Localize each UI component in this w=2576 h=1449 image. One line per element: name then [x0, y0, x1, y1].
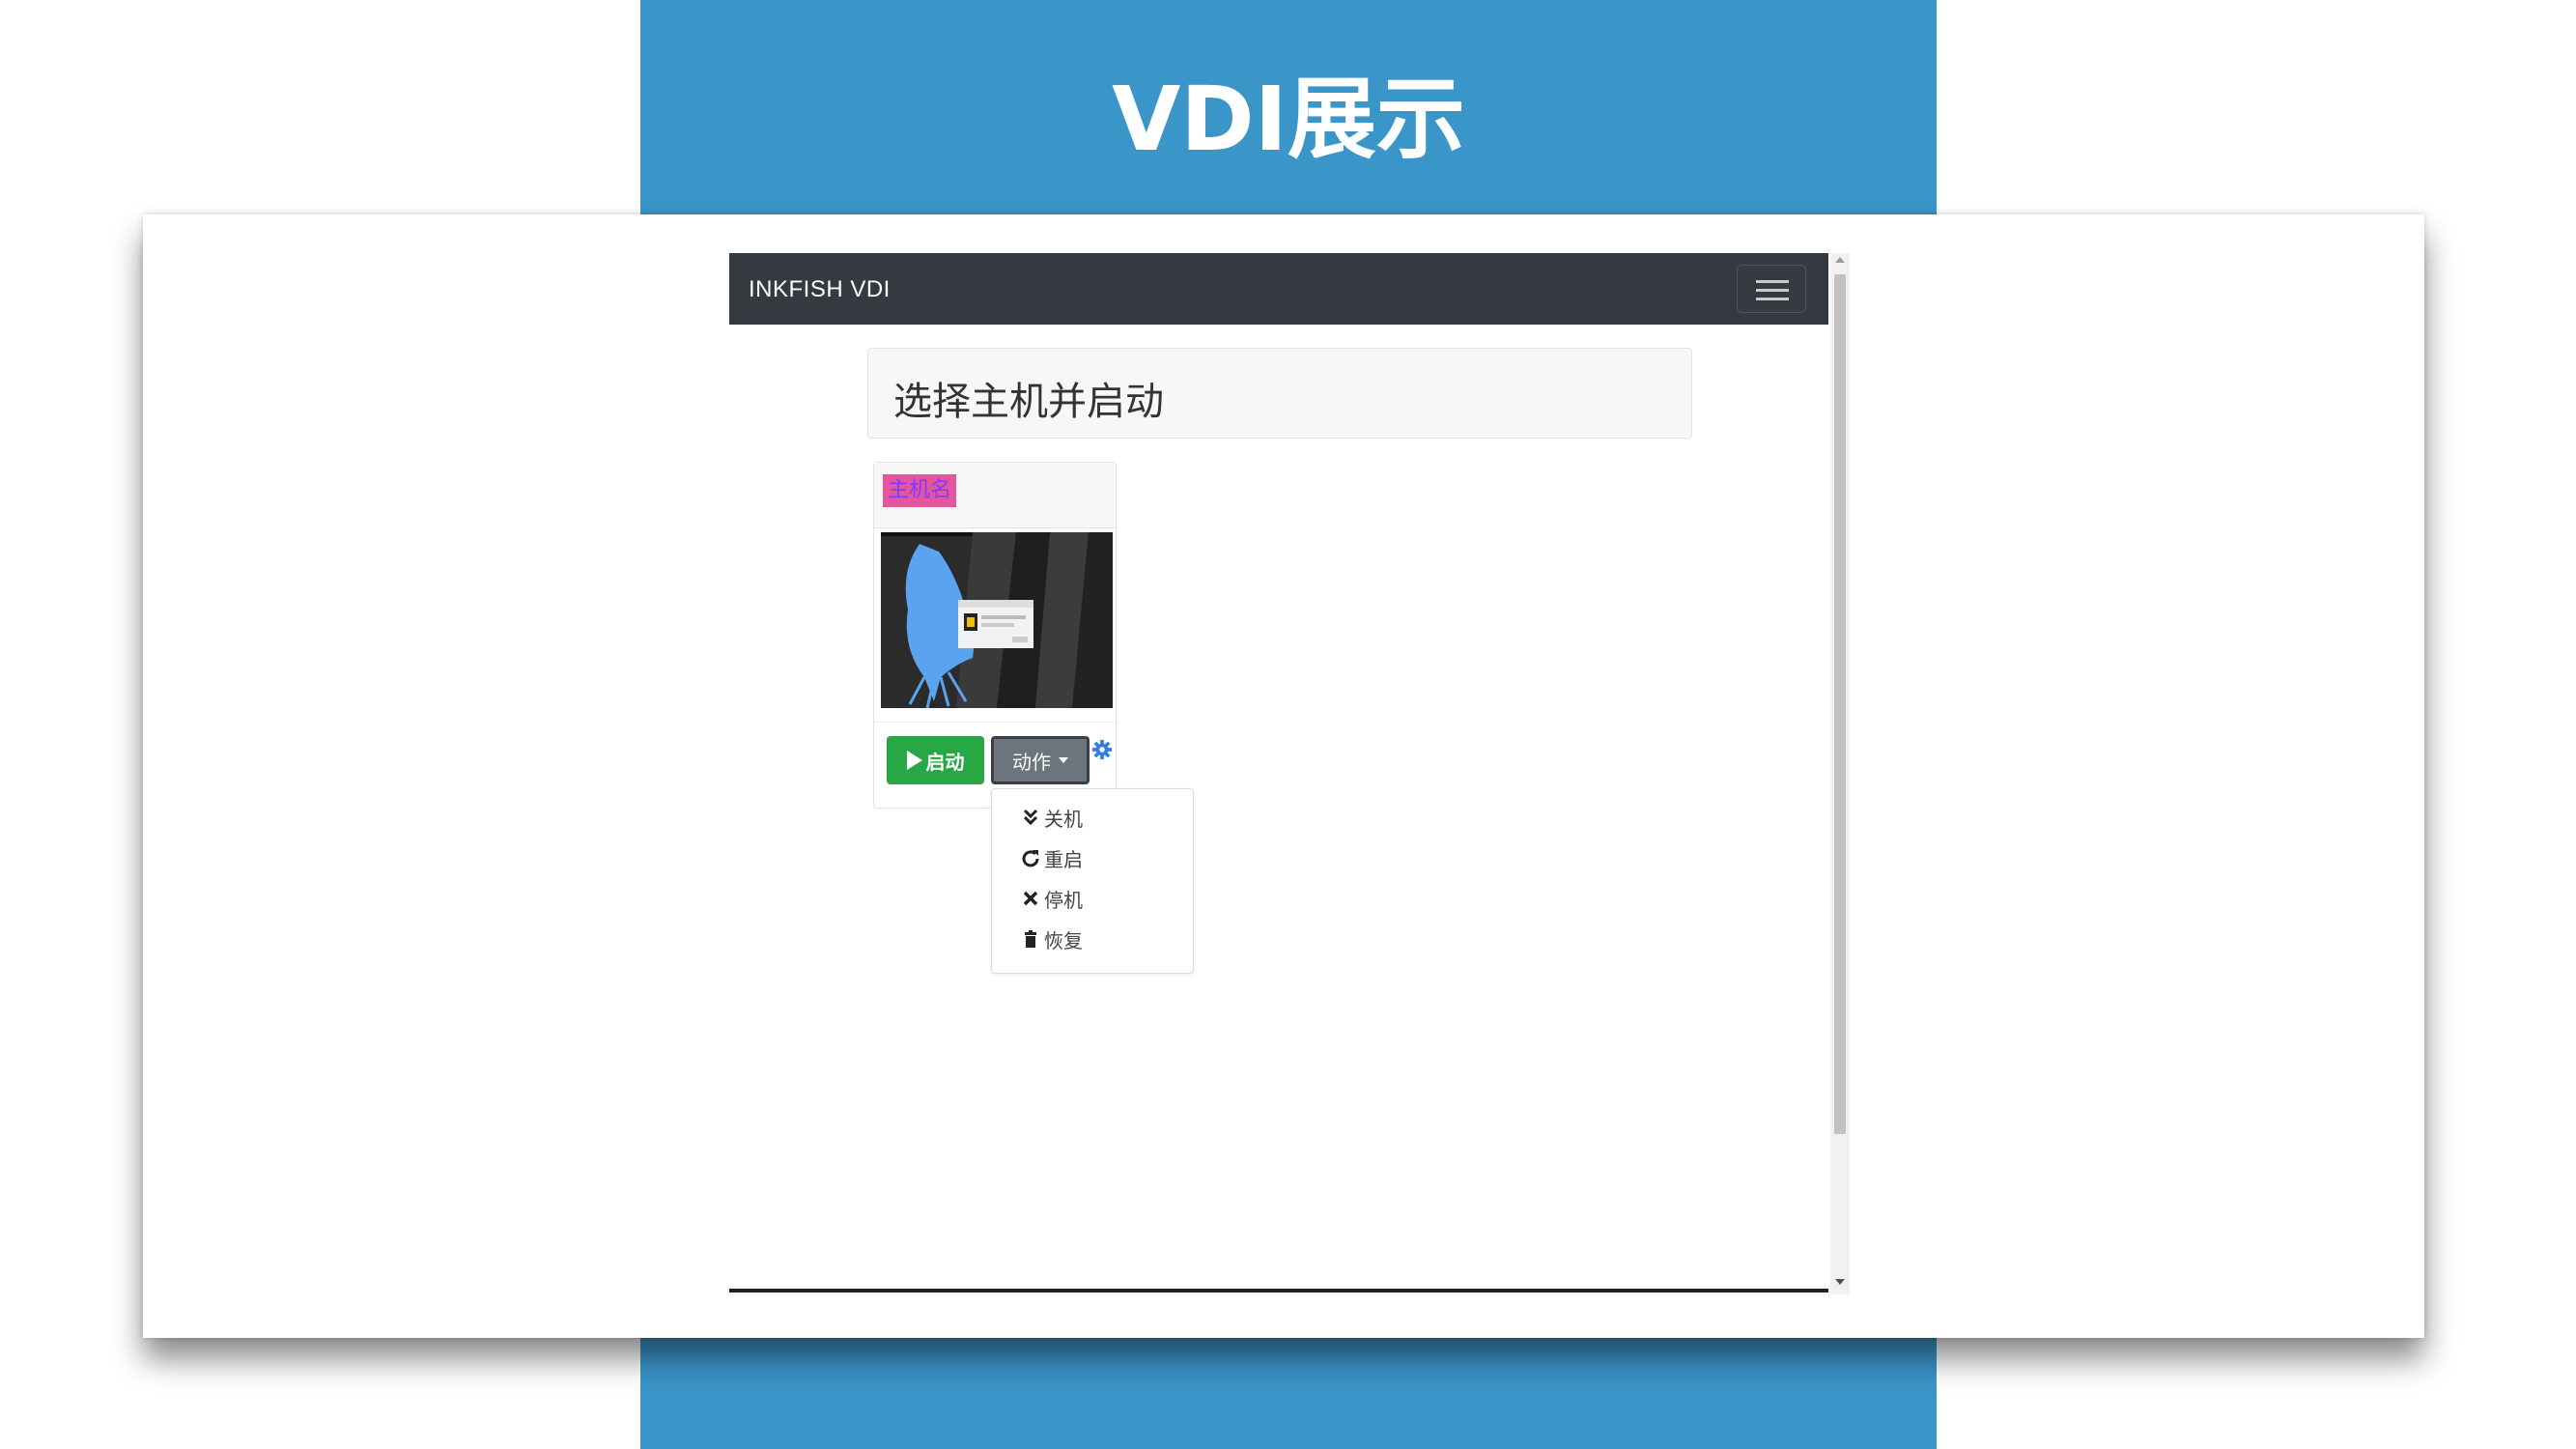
- start-button[interactable]: 启动: [887, 736, 984, 784]
- caret-down-icon: [1059, 757, 1068, 763]
- menu-item-label: 关机: [1044, 807, 1083, 831]
- menu-item-restore[interactable]: 恢复: [1021, 924, 1083, 953]
- hostname-label: 主机名: [883, 474, 957, 507]
- refresh-icon: [1022, 850, 1039, 867]
- scroll-thumb[interactable]: [1834, 274, 1846, 1134]
- trash-icon: [1025, 930, 1036, 948]
- page-header: 选择主机并启动: [867, 348, 1692, 439]
- navbar-brand[interactable]: INKFISH VDI: [749, 276, 891, 303]
- slide-title: VDI展示: [1112, 68, 1465, 171]
- action-button-label: 动作: [1012, 750, 1051, 774]
- page-title: 选择主机并启动: [893, 380, 1164, 424]
- menu-item-label: 停机: [1044, 888, 1083, 912]
- action-menu: 关机 重启 停机 恢复: [991, 788, 1194, 974]
- desktop-thumbnail[interactable]: [881, 532, 1113, 708]
- start-button-label: 启动: [925, 750, 965, 774]
- menu-item-stop[interactable]: 停机: [1021, 884, 1083, 913]
- menu-item-label: 重启: [1044, 847, 1083, 871]
- scroll-up-arrow-icon[interactable]: [1835, 257, 1845, 263]
- menu-item-restart[interactable]: 重启: [1021, 843, 1083, 872]
- navbar: INKFISH VDI: [729, 253, 1828, 325]
- gear-icon[interactable]: [1091, 739, 1113, 760]
- slide: VDI展示 INKFISH VDI 选择主机并启动 主机名 启动 动作 关机 重…: [0, 0, 2576, 1449]
- double-chevron-down-icon: [1023, 809, 1038, 826]
- hamburger-icon[interactable]: [1737, 265, 1806, 313]
- menu-item-label: 恢复: [1044, 928, 1083, 952]
- host-card-header: 主机名: [874, 463, 1116, 528]
- scroll-down-arrow-icon[interactable]: [1835, 1279, 1845, 1285]
- close-icon: [1023, 891, 1038, 906]
- viewport-bottom-border: [729, 1289, 1828, 1293]
- play-icon: [906, 751, 922, 770]
- browser-viewport: INKFISH VDI 选择主机并启动 主机名 启动 动作 关机 重启 停机 恢…: [729, 253, 1850, 1294]
- vertical-scrollbar[interactable]: [1830, 253, 1850, 1294]
- menu-item-shutdown[interactable]: 关机: [1021, 803, 1083, 832]
- footer-band: [640, 1338, 1937, 1449]
- action-dropdown-button[interactable]: 动作: [991, 736, 1090, 784]
